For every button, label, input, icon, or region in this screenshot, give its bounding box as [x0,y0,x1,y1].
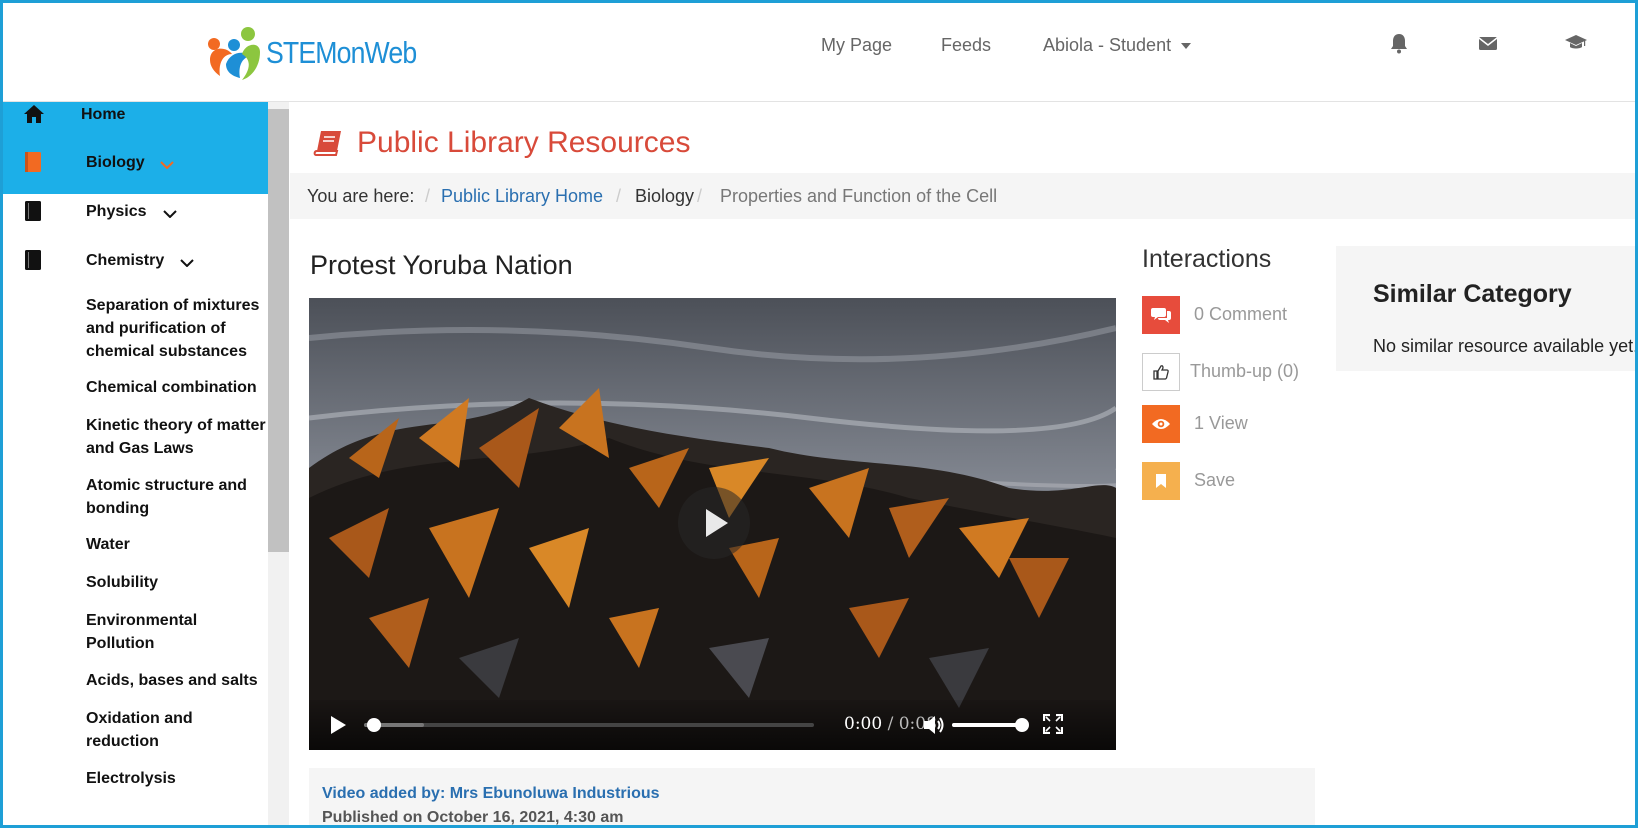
envelope-icon[interactable] [1476,31,1500,55]
chemistry-topic-link[interactable]: Water [86,533,271,556]
bell-icon[interactable] [1387,31,1411,55]
breadcrumb: You are here: / Public Library Home / Bi… [290,173,1635,219]
volume-icon[interactable] [922,714,946,736]
book-icon [313,131,341,156]
nav-my-page[interactable]: My Page [821,35,892,56]
eye-icon [1152,419,1170,429]
main-content: Public Library Resources You are here: /… [290,102,1638,826]
page-header: Public Library Resources [313,126,690,160]
video-current-time: 0:00 [844,714,883,734]
video-seek-bar[interactable] [364,715,814,735]
sidebar-item-home[interactable]: Home [3,102,268,152]
graduation-cap-icon[interactable] [1564,31,1588,55]
breadcrumb-item-biology[interactable]: Biology [635,186,694,207]
breadcrumb-prefix: You are here: [307,186,415,206]
sidebar-item-physics[interactable]: Physics [3,200,268,250]
interactions-title: Interactions [1142,245,1272,273]
sidebar-item-chemistry[interactable]: Chemistry [3,249,268,299]
sidebar-item-biology[interactable]: Biology [3,151,268,201]
chemistry-topic-link[interactable]: Oxidation and reduction [86,707,206,753]
save-button[interactable] [1142,462,1180,500]
book-icon [25,152,41,172]
video-player[interactable]: 0:00 / 0:08 [309,298,1116,750]
breadcrumb-separator: / [425,186,431,206]
video-added-by[interactable]: Video added by: Mrs Ebunoluwa Industriou… [322,785,660,803]
chevron-down-icon [160,161,174,169]
play-icon [706,509,728,537]
chemistry-topic-link[interactable]: Atomic structure and bonding [86,474,271,520]
book-icon [25,201,41,221]
thumbs-up-icon [1153,365,1169,380]
sidebar-item-label: Home [81,106,126,123]
sidebar-item-label: Physics [86,203,147,220]
big-play-button[interactable] [678,487,750,559]
breadcrumb-separator: / [616,186,622,206]
similar-category-panel: Similar Category No similar resource ava… [1336,246,1638,371]
chemistry-topic-link[interactable]: Solubility [86,571,271,594]
sidebar-scrollbar-thumb[interactable] [268,109,289,552]
comments-icon [1151,308,1171,323]
breadcrumb-separator: / [697,186,703,206]
thumb-up-button[interactable] [1142,353,1180,391]
page-title: Public Library Resources [357,126,691,159]
sidebar: Home Biology Physics Chemistry Separatio… [3,102,271,825]
comment-button[interactable] [1142,296,1180,334]
browser-frame: STEMonWeb My Page Feeds Abiola - Student [0,0,1638,828]
bookmark-icon [1156,474,1166,488]
logo-text: STEMonWeb [266,35,417,70]
thumb-up-count: Thumb-up (0) [1190,361,1300,381]
chemistry-topic-link[interactable]: Electrolysis [86,767,271,790]
video-controls: 0:00 / 0:08 [309,700,1116,750]
site-logo[interactable]: STEMonWeb [206,23,441,83]
resource-title: Protest Yoruba Nation [310,250,573,280]
chevron-down-icon [180,259,194,267]
top-navbar: STEMonWeb My Page Feeds Abiola - Student [3,3,1635,102]
nav-user-menu[interactable]: Abiola - Student [1043,35,1192,56]
logo-mark-icon [208,27,260,80]
breadcrumb-item-current: Properties and Function of the Cell [720,186,998,206]
sidebar-item-label: Biology [86,154,145,171]
chemistry-topic-link[interactable]: Chemical combination [86,376,271,399]
similar-category-empty-text: No similar resource available yet. [1373,336,1638,356]
published-date: Published on October 16, 2021, 4:30 am [322,809,624,826]
similar-category-title: Similar Category [1373,280,1572,308]
chevron-down-icon [163,210,177,218]
chemistry-topic-link[interactable]: Environmental Pollution [86,609,206,655]
views-badge [1142,405,1180,443]
breadcrumb-link-home[interactable]: Public Library Home [441,186,603,207]
caret-down-icon [1181,43,1192,50]
home-icon [24,105,44,123]
chemistry-topic-link[interactable]: Separation of mixtures and purification … [86,294,271,363]
play-icon[interactable] [329,715,347,735]
user-name: Abiola - Student [1043,35,1172,55]
volume-slider[interactable] [952,715,1032,735]
resource-credit: Video added by: Mrs Ebunoluwa Industriou… [309,768,1315,826]
chemistry-topic-link[interactable]: Acids, bases and salts [86,669,271,692]
comment-count: 0 Comment [1194,304,1288,324]
fullscreen-icon[interactable] [1043,714,1063,734]
nav-feeds[interactable]: Feeds [941,35,991,56]
book-icon [25,250,41,270]
save-label: Save [1194,470,1236,490]
sidebar-item-label: Chemistry [86,252,165,269]
view-count: 1 View [1194,413,1248,433]
chemistry-topic-link[interactable]: Kinetic theory of matter and Gas Laws [86,414,271,460]
